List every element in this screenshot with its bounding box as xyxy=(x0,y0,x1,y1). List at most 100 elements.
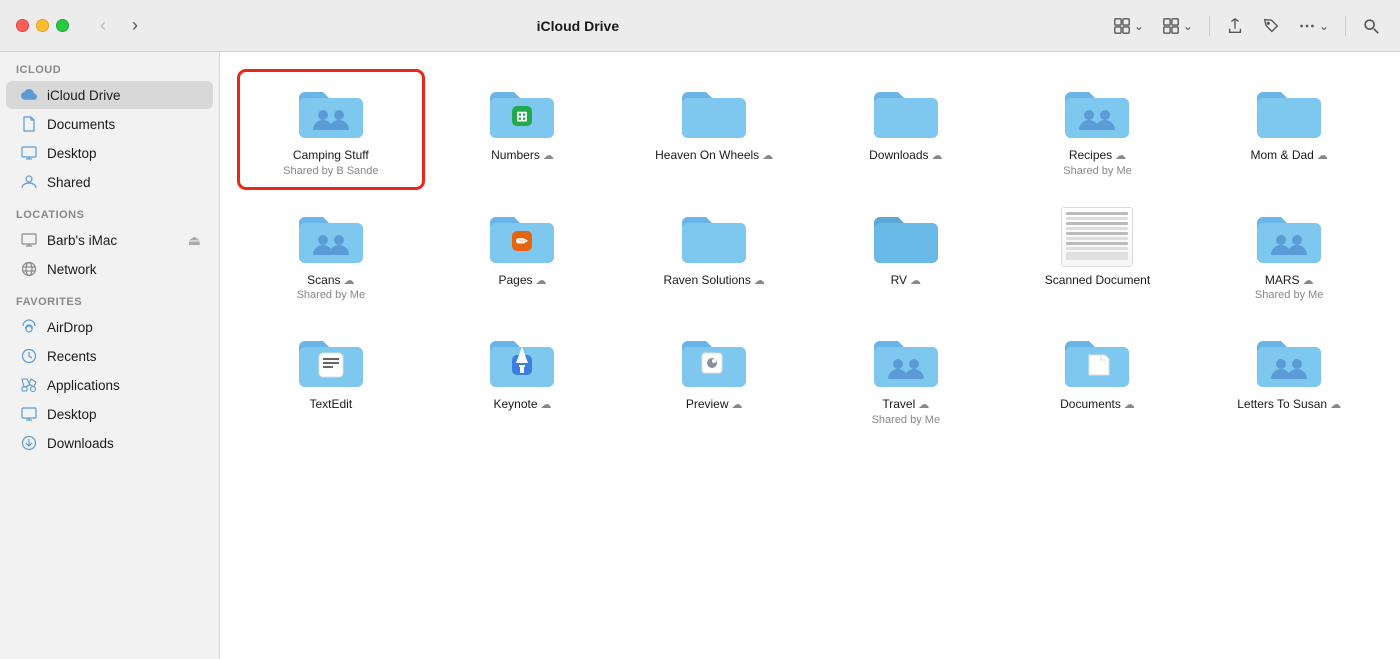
title-bar: ‹ › iCloud Drive ⌄ ⌄ xyxy=(0,0,1400,52)
camping-stuff-name: Camping Stuff xyxy=(293,148,369,164)
scans-subtitle: Shared by Me xyxy=(297,289,365,301)
file-item-camping-stuff[interactable]: Camping Stuff Shared by B Sande xyxy=(240,72,422,187)
file-item-pages[interactable]: ✏ Pages ☁ xyxy=(432,197,614,312)
sidebar-item-icloud-drive[interactable]: iCloud Drive xyxy=(6,81,213,109)
numbers-name: Numbers xyxy=(491,148,540,164)
documents2-folder-icon xyxy=(1061,331,1133,391)
keynote-cloud-icon: ☁ xyxy=(541,398,552,411)
more-chevron-icon: ⌄ xyxy=(1319,19,1329,33)
downloads-folder-icon xyxy=(870,82,942,142)
desktop2-svg xyxy=(21,407,37,421)
folder-svg-downloads xyxy=(870,82,942,142)
downloads-name-row: Downloads ☁ xyxy=(869,148,942,164)
more-button[interactable]: ⌄ xyxy=(1292,13,1335,39)
recipes-folder-icon xyxy=(1061,82,1133,142)
clock-svg xyxy=(21,348,37,364)
folder-svg-preview xyxy=(678,331,750,391)
sidebar-label-desktop2: Desktop xyxy=(47,407,97,422)
travel-folder-icon xyxy=(870,331,942,391)
sidebar-item-desktop[interactable]: Desktop xyxy=(6,139,213,167)
grid-view-2-button[interactable]: ⌄ xyxy=(1156,13,1199,39)
search-button[interactable] xyxy=(1356,13,1386,39)
folder-svg-pages: ✏ xyxy=(486,207,558,267)
sidebar-label-downloads: Downloads xyxy=(47,436,114,451)
minimize-button[interactable] xyxy=(36,19,49,32)
sidebar-label-applications: Applications xyxy=(47,378,120,393)
recipes-name: Recipes xyxy=(1069,148,1112,164)
file-item-documents2[interactable]: Documents ☁ xyxy=(1007,321,1189,436)
pages-name-row: Pages ☁ xyxy=(498,273,546,289)
scanned-document-name-row: Scanned Document xyxy=(1045,273,1150,289)
scans-name: Scans xyxy=(307,273,340,289)
airdrop-svg xyxy=(20,319,38,335)
sidebar-item-recents[interactable]: Recents xyxy=(6,342,213,370)
doc-svg xyxy=(22,116,36,132)
file-item-heaven-on-wheels[interactable]: Heaven On Wheels ☁ xyxy=(623,72,805,187)
sidebar-label-desktop: Desktop xyxy=(47,146,97,161)
sidebar-label-airdrop: AirDrop xyxy=(47,320,93,335)
cloud-svg xyxy=(21,88,37,102)
file-item-travel[interactable]: Travel ☁ Shared by Me xyxy=(815,321,997,436)
main-content: Camping Stuff Shared by B Sande ⊞ Number… xyxy=(220,0,1400,659)
sidebar-label-shared: Shared xyxy=(47,175,91,190)
scanned-document-name: Scanned Document xyxy=(1045,273,1150,289)
sidebar-item-barbs-imac[interactable]: Barb's iMac ⏏ xyxy=(6,226,213,254)
sidebar-item-applications[interactable]: Applications xyxy=(6,371,213,399)
shared-svg xyxy=(20,175,38,189)
letters-to-susan-folder-icon xyxy=(1253,331,1325,391)
sidebar-section-locations: Locations xyxy=(0,197,219,225)
downloads-cloud-icon: ☁ xyxy=(932,149,943,162)
file-item-mom-and-dad[interactable]: Mom & Dad ☁ xyxy=(1198,72,1380,187)
documents2-name: Documents xyxy=(1060,397,1121,413)
sidebar-label-barbs-imac: Barb's iMac xyxy=(47,233,117,248)
preview-cloud-icon: ☁ xyxy=(732,398,743,411)
file-item-textedit[interactable]: TextEdit xyxy=(240,321,422,436)
file-item-scans[interactable]: Scans ☁ Shared by Me xyxy=(240,197,422,312)
sidebar-section-icloud: iCloud xyxy=(0,52,219,80)
mom-and-dad-name-row: Mom & Dad ☁ xyxy=(1250,148,1327,164)
textedit-folder-icon xyxy=(295,331,367,391)
file-item-preview[interactable]: Preview ☁ xyxy=(623,321,805,436)
sidebar-item-downloads[interactable]: Downloads xyxy=(6,429,213,457)
shared-icon xyxy=(20,173,38,191)
sidebar-item-documents[interactable]: Documents xyxy=(6,110,213,138)
eject-button[interactable]: ⏏ xyxy=(188,232,201,249)
raven-solutions-cloud-icon: ☁ xyxy=(754,274,765,287)
file-item-recipes[interactable]: Recipes ☁ Shared by Me xyxy=(1007,72,1189,187)
sidebar-label-network: Network xyxy=(47,262,97,277)
sidebar-label-icloud-drive: iCloud Drive xyxy=(47,88,121,103)
share-button[interactable] xyxy=(1220,13,1250,39)
toolbar-divider-1 xyxy=(1209,16,1210,36)
tag-button[interactable] xyxy=(1256,13,1286,39)
file-item-numbers[interactable]: ⊞ Numbers ☁ xyxy=(432,72,614,187)
camping-stuff-subtitle: Shared by B Sande xyxy=(283,165,378,177)
sidebar-item-desktop2[interactable]: Desktop xyxy=(6,400,213,428)
travel-subtitle: Shared by Me xyxy=(872,414,940,426)
sidebar-item-shared[interactable]: Shared xyxy=(6,168,213,196)
mars-cloud-icon: ☁ xyxy=(1303,274,1314,287)
toolbar-divider-2 xyxy=(1345,16,1346,36)
rv-name-row: RV ☁ xyxy=(891,273,921,289)
numbers-cloud-icon: ☁ xyxy=(543,149,554,162)
close-button[interactable] xyxy=(16,19,29,32)
grid-view-1-button[interactable]: ⌄ xyxy=(1107,13,1150,39)
mom-and-dad-folder-icon xyxy=(1253,82,1325,142)
sidebar-label-documents: Documents xyxy=(47,117,115,132)
file-item-downloads[interactable]: Downloads ☁ xyxy=(815,72,997,187)
pages-name: Pages xyxy=(498,273,532,289)
file-item-keynote[interactable]: Keynote ☁ xyxy=(432,321,614,436)
file-item-scanned-document[interactable]: Scanned Document xyxy=(1007,197,1189,312)
travel-name: Travel xyxy=(882,397,915,413)
file-item-rv[interactable]: RV ☁ xyxy=(815,197,997,312)
sidebar-section-favorites: Favorites xyxy=(0,284,219,312)
file-item-mars[interactable]: MARS ☁ Shared by Me xyxy=(1198,197,1380,312)
sidebar: iCloud iCloud Drive Documents Desktop xyxy=(0,0,220,659)
file-item-raven-solutions[interactable]: Raven Solutions ☁ xyxy=(623,197,805,312)
monitor-svg xyxy=(21,233,37,247)
sidebar-item-network[interactable]: Network xyxy=(6,255,213,283)
sidebar-item-airdrop[interactable]: AirDrop xyxy=(6,313,213,341)
raven-solutions-folder-icon xyxy=(678,207,750,267)
recipes-cloud-icon: ☁ xyxy=(1115,149,1126,162)
applications-icon xyxy=(20,376,38,394)
file-item-letters-to-susan[interactable]: Letters To Susan ☁ xyxy=(1198,321,1380,436)
